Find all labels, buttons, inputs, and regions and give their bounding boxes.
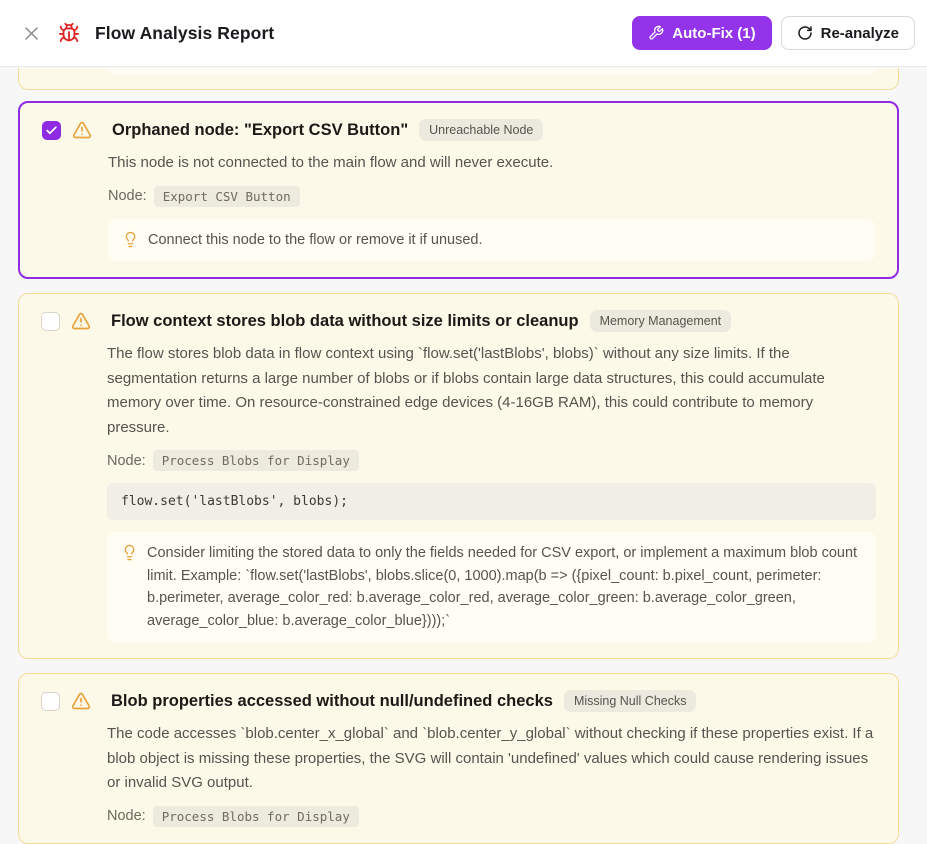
issue-title: Flow context stores blob data without si…	[111, 312, 579, 331]
issue-description: The flow stores blob data in flow contex…	[107, 342, 876, 440]
bug-icon	[58, 22, 80, 44]
issue-description: This node is not connected to the main f…	[108, 151, 875, 176]
issue-checkbox[interactable]	[41, 312, 60, 331]
issue-card: Orphaned node: "Export CSV Button" Unrea…	[18, 101, 899, 279]
re-analyze-button[interactable]: Re-analyze	[781, 16, 915, 50]
warning-triangle-icon	[72, 120, 92, 140]
re-analyze-label: Re-analyze	[821, 25, 899, 42]
issues-scroll-area[interactable]: Orphaned node: "Export CSV Button" Unrea…	[0, 67, 927, 844]
refresh-icon	[797, 25, 813, 41]
suggestion-text: Connect this node to the flow or remove …	[148, 229, 483, 252]
node-name-chip: Export CSV Button	[154, 186, 300, 207]
page-title: Flow Analysis Report	[95, 23, 274, 44]
issue-checkbox[interactable]	[42, 121, 61, 140]
node-name-chip: Process Blobs for Display	[153, 450, 359, 471]
issue-description: The code accesses `blob.center_x_global`…	[107, 722, 876, 796]
suggestion-box: Consider limiting the stored data to onl…	[107, 532, 876, 642]
auto-fix-button[interactable]: Auto-Fix (1)	[632, 16, 771, 50]
suggestion-text: Consider limiting the stored data to onl…	[147, 542, 862, 632]
issue-checkbox[interactable]	[41, 692, 60, 711]
issue-card: Blob properties accessed without null/un…	[18, 673, 899, 844]
auto-fix-label: Auto-Fix (1)	[672, 25, 755, 42]
node-label: Node:	[108, 188, 147, 204]
issue-category-badge: Memory Management	[590, 310, 732, 332]
code-snippet: flow.set('lastBlobs', blobs);	[107, 483, 876, 520]
lightbulb-icon	[121, 544, 138, 561]
warning-triangle-icon	[71, 691, 91, 711]
close-button[interactable]	[20, 22, 43, 45]
close-icon	[22, 24, 41, 43]
checkmark-icon	[45, 124, 58, 137]
suggestion-box: Connect this node to the flow or remove …	[108, 219, 875, 262]
node-label: Node:	[107, 453, 146, 469]
dialog-header: Flow Analysis Report Auto-Fix (1) Re-ana…	[0, 0, 927, 67]
issue-card: Flow context stores blob data without si…	[18, 293, 899, 659]
node-label: Node:	[107, 808, 146, 824]
issue-title: Orphaned node: "Export CSV Button"	[112, 121, 408, 140]
warning-triangle-icon	[71, 311, 91, 331]
node-name-chip: Process Blobs for Display	[153, 806, 359, 827]
lightbulb-icon	[122, 231, 139, 248]
suggestion-box-partial	[107, 68, 876, 74]
wrench-icon	[648, 25, 664, 41]
issue-card-partial	[18, 68, 899, 90]
issue-title: Blob properties accessed without null/un…	[111, 692, 553, 711]
issue-category-badge: Missing Null Checks	[564, 690, 697, 712]
issue-category-badge: Unreachable Node	[419, 119, 543, 141]
